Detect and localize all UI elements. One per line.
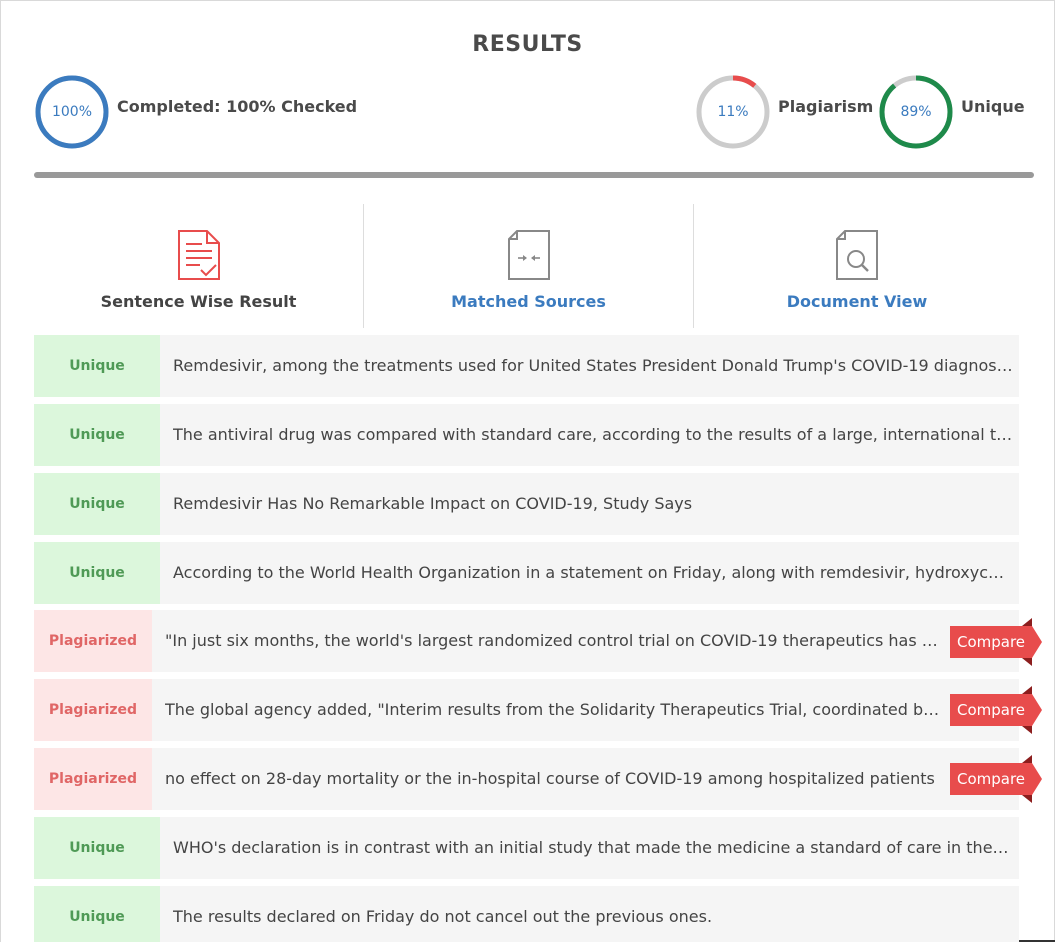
- document-search-icon: [836, 230, 878, 280]
- compare-label: Compare: [956, 701, 1026, 719]
- page-title: RESULTS: [472, 32, 583, 57]
- sentence-text: no effect on 28-day mortality or the in-…: [165, 769, 935, 788]
- ribbon-tip: [1032, 626, 1042, 658]
- tab-label-document-view: Document View: [786, 292, 928, 311]
- ribbon-fold: [1022, 795, 1032, 803]
- result-row: Unique Remdesivir Has No Remarkable Impa…: [34, 473, 1019, 535]
- status-badge: Unique: [34, 335, 160, 397]
- sentence-text: Remdesivir, among the treatments used fo…: [173, 356, 1013, 375]
- sentence-text: The antiviral drug was compared with sta…: [173, 425, 1013, 444]
- result-row: Unique According to the World Health Org…: [34, 542, 1019, 604]
- result-row: Unique The antiviral drug was compared w…: [34, 404, 1019, 466]
- sentence-text: WHO's declaration is in contrast with an…: [173, 838, 1013, 857]
- status-badge: Unique: [34, 404, 160, 466]
- compare-label: Compare: [956, 770, 1026, 788]
- ribbon-fold: [1022, 658, 1032, 666]
- result-row: Plagiarized no effect on 28-day mortalit…: [34, 748, 1019, 810]
- result-row: Plagiarized The global agency added, "In…: [34, 679, 1019, 741]
- compare-label: Compare: [956, 633, 1026, 651]
- status-badge: Unique: [34, 817, 160, 879]
- result-row: Unique Remdesivir, among the treatments …: [34, 335, 1019, 397]
- ribbon-tip: [1032, 694, 1042, 726]
- ribbon-tip: [1032, 763, 1042, 795]
- status-badge: Unique: [34, 542, 160, 604]
- compare-document-icon: [507, 230, 550, 280]
- result-row: Unique WHO's declaration is in contrast …: [34, 817, 1019, 879]
- plagiarism-gauge: 11%: [695, 74, 771, 150]
- progress-divider: [34, 172, 1034, 178]
- ribbon-fold: [1022, 726, 1032, 734]
- compare-button[interactable]: Compare: [950, 755, 1042, 803]
- status-badge: Plagiarized: [34, 610, 152, 672]
- progress-percent: 100%: [51, 104, 93, 120]
- tab-label-matched-sources: Matched Sources: [451, 292, 606, 311]
- result-row: Plagiarized "In just six months, the wor…: [34, 610, 1019, 672]
- ribbon-fold: [1022, 755, 1032, 763]
- tab-label-sentence-wise: Sentence Wise Result: [100, 292, 297, 311]
- sentence-text: According to the World Health Organizati…: [173, 563, 1013, 582]
- compare-button[interactable]: Compare: [950, 686, 1042, 734]
- status-badge: Unique: [34, 473, 160, 535]
- compare-button[interactable]: Compare: [950, 618, 1042, 666]
- sentence-text: Remdesivir Has No Remarkable Impact on C…: [173, 494, 693, 513]
- plagiarism-label: Plagiarism: [778, 97, 874, 116]
- status-badge: Plagiarized: [34, 679, 152, 741]
- progress-gauge: 100%: [34, 74, 110, 150]
- unique-percent: 89%: [900, 104, 932, 120]
- unique-label: Unique: [961, 97, 1025, 116]
- unique-gauge: 89%: [878, 74, 954, 150]
- status-badge: Unique: [34, 886, 160, 942]
- tab-matched-sources[interactable]: Matched Sources: [364, 204, 693, 328]
- tab-sentence-wise-result[interactable]: Sentence Wise Result: [34, 204, 363, 328]
- tab-document-view[interactable]: Document View: [694, 204, 1020, 328]
- document-check-icon: [177, 230, 220, 280]
- status-badge: Plagiarized: [34, 748, 152, 810]
- sentence-text: The global agency added, "Interim result…: [165, 700, 947, 719]
- result-row: Unique The results declared on Friday do…: [34, 886, 1019, 942]
- ribbon-fold: [1022, 686, 1032, 694]
- ribbon-fold: [1022, 618, 1032, 626]
- sentence-text: The results declared on Friday do not ca…: [173, 907, 713, 926]
- progress-label: Completed: 100% Checked: [117, 97, 358, 116]
- plagiarism-percent: 11%: [717, 104, 749, 120]
- sentence-text: "In just six months, the world's largest…: [165, 631, 947, 650]
